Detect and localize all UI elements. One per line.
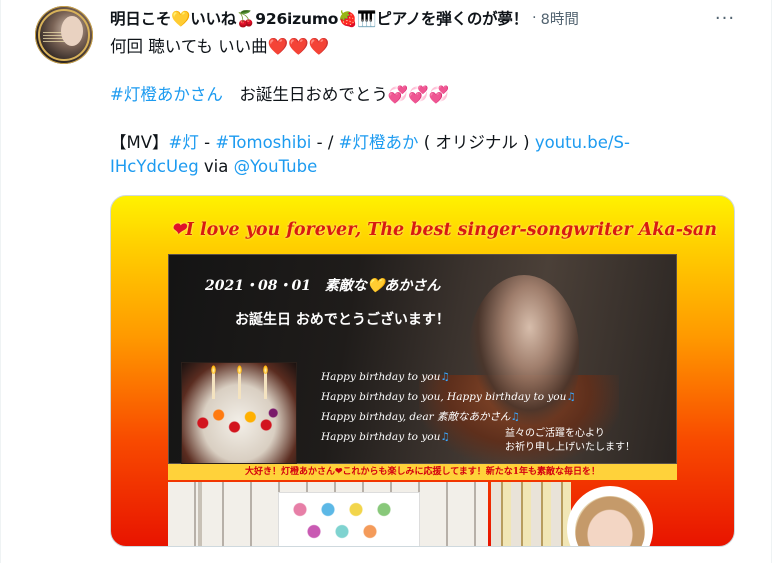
- avatar-face: [61, 16, 83, 46]
- hashtag-aka[interactable]: #灯橙あか: [339, 133, 419, 152]
- portrait-circle: [567, 486, 653, 546]
- candle-flame: [211, 365, 216, 374]
- candle: [212, 373, 215, 399]
- date-line-pre: 2021・08・01 素敵な: [205, 278, 367, 294]
- media-title: ❤I love you forever, The best singer-son…: [171, 220, 717, 240]
- palette: [278, 492, 420, 546]
- tweet-separator: ·: [532, 10, 537, 26]
- candle: [264, 373, 267, 399]
- song-line-1-text: Happy birthday to you: [321, 371, 441, 383]
- hashtag-akari[interactable]: #灯: [169, 133, 199, 152]
- tweet-line-1: 何回 聴いても いい曲❤️❤️❤️: [110, 35, 740, 59]
- paint-tubes-image: [491, 482, 571, 546]
- media-title-text: I love you forever, The best singer-song…: [185, 220, 717, 240]
- cake-fruit: [194, 403, 282, 443]
- heart-icon: ❤: [171, 220, 186, 240]
- song-line-3: Happy birthday, dear 素敵なあかさん♫: [321, 407, 576, 427]
- wish-text: 益々のご活躍を心より お祈り申し上げいたします！: [505, 427, 635, 455]
- music-note-icon: ♫: [566, 391, 576, 403]
- yellow-heart-icon: 💛: [366, 278, 385, 294]
- tweet-line-2: #灯橙あかさん お誕生日おめでとう💞💞💞: [110, 83, 740, 107]
- via-label: via: [198, 157, 234, 176]
- congrats-text: お誕生日 おめでとうございます！: [235, 312, 450, 328]
- music-note-icon: ♫: [510, 411, 520, 423]
- tweet-line-4: IHcYdcUeg via @YouTube: [110, 155, 740, 179]
- portrait-face: [575, 496, 645, 546]
- youtube-link-part-1[interactable]: youtu.be/S-: [535, 133, 630, 152]
- tweet-text: 何回 聴いても いい曲❤️❤️❤️ #灯橙あかさん お誕生日おめでとう💞💞💞 【…: [110, 35, 740, 179]
- hashtag-akane[interactable]: #灯橙あかさん: [110, 85, 223, 104]
- more-horizontal-icon: ···: [714, 7, 736, 29]
- song-line-3-text: Happy birthday, dear 素敵なあかさん: [321, 411, 511, 423]
- display-name[interactable]: 明日こそ💛いいね🍒926izumo🍓🎹ピアノを弾くのが夢！: [110, 7, 528, 29]
- original-label: ( オリジナル ): [418, 133, 535, 152]
- date-line: 2021・08・01 素敵な💛あかさん: [205, 275, 440, 295]
- mention-youtube[interactable]: @YouTube: [234, 157, 318, 176]
- wish-line-1: 益々のご活躍を心より: [505, 428, 605, 439]
- birthday-cake-image: [181, 362, 297, 464]
- message-banner: 大好き！灯橙あかさん❤これからも楽しみに応援してます！新たな1年も素敵な毎日を！: [168, 464, 677, 480]
- youtube-link-part-2[interactable]: IHcYdcUeg: [110, 157, 199, 176]
- song-line-4-text: Happy birthday to you: [321, 431, 441, 443]
- tweet-line-3: 【MV】#灯 - #Tomoshibi - / #灯橙あか ( オリジナル ) …: [110, 131, 740, 155]
- tweet-timestamp[interactable]: 8時間: [541, 8, 579, 29]
- song-line-2-text: Happy birthday to you, Happy birthday to…: [321, 391, 567, 403]
- date-line-post: あかさん: [384, 278, 441, 294]
- music-note-icon: ♫: [440, 371, 450, 383]
- candle-flame: [237, 365, 242, 374]
- hearts-emoji: ❤️❤️❤️: [267, 37, 330, 56]
- wish-line-2: お祈り申し上げいたします！: [505, 442, 635, 453]
- paint-palette-image: [168, 482, 488, 546]
- dash-1: -: [198, 133, 216, 152]
- mv-prefix: 【MV】: [110, 133, 169, 152]
- user-avatar[interactable]: [35, 6, 93, 64]
- candle-flame: [263, 365, 268, 374]
- tweet-header: 明日こそ💛いいね🍒926izumo🍓🎹ピアノを弾くのが夢！ · 8時間: [110, 6, 579, 30]
- dash-2: - /: [311, 133, 339, 152]
- sparkling-hearts-emoji: 💞💞💞: [387, 85, 450, 104]
- media-card-image[interactable]: ❤I love you forever, The best singer-son…: [110, 195, 735, 547]
- birthday-text: お誕生日おめでとう: [239, 85, 388, 104]
- candle: [238, 373, 241, 399]
- more-options-button[interactable]: ···: [712, 7, 738, 29]
- tweet-line-1-text: 何回 聴いても いい曲: [110, 37, 268, 56]
- hashtag-tomoshibi[interactable]: #Tomoshibi: [215, 133, 311, 152]
- song-line-2: Happy birthday to you, Happy birthday to…: [321, 387, 576, 407]
- music-note-icon: ♫: [440, 431, 450, 443]
- song-line-1: Happy birthday to you♫: [321, 367, 576, 387]
- tweet-card[interactable]: 明日こそ💛いいね🍒926izumo🍓🎹ピアノを弾くのが夢！ · 8時間 ··· …: [0, 0, 772, 563]
